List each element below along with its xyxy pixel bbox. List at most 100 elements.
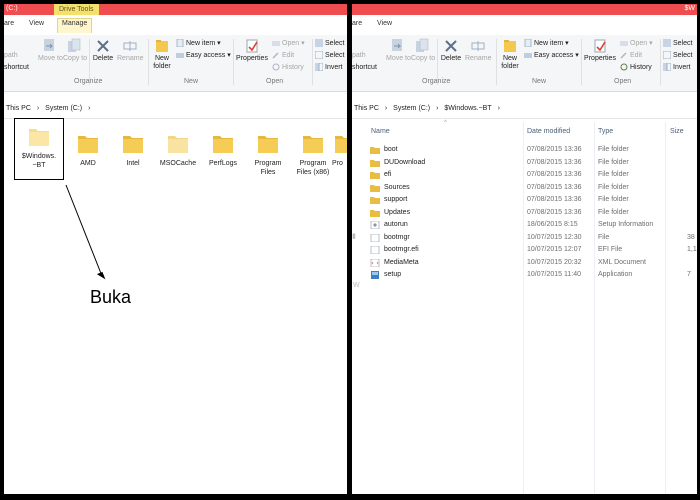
- column-header-type[interactable]: Type: [598, 128, 613, 135]
- new-item-button[interactable]: New item ▾: [524, 39, 569, 48]
- select-none-button[interactable]: Select: [663, 51, 692, 59]
- copy-path-button[interactable]: path: [352, 52, 366, 59]
- breadcrumb-separator: ›: [436, 105, 439, 112]
- file-type: File folder: [598, 171, 629, 178]
- file-type: File: [598, 233, 610, 241]
- left-explorer-window: (C:) Drive Tools are View Manage path sh…: [4, 4, 347, 494]
- file-type: File folder: [598, 146, 629, 153]
- breadcrumb-windows-bt[interactable]: $Windows.~BT: [444, 105, 491, 112]
- column-header-name[interactable]: Name: [371, 128, 390, 135]
- history-label: History: [630, 63, 652, 71]
- file-date-modified: 07/08/2015 13:36: [527, 158, 582, 166]
- nav-pane-edge: W: [353, 282, 360, 289]
- file-row-support[interactable]: support 07/08/2015 13:36 File folder: [370, 194, 697, 206]
- invert-selection-button[interactable]: Invert: [663, 63, 691, 71]
- file-name: bootmgr.efi: [384, 246, 419, 253]
- annotation-text: Buka: [90, 287, 132, 307]
- move-to-button[interactable]: Move to: [386, 38, 411, 63]
- window-title: $W: [684, 5, 696, 12]
- file-date-modified: 18/06/2015 8:15: [527, 221, 578, 228]
- tab-share[interactable]: are: [352, 20, 362, 27]
- breadcrumb-separator: ›: [384, 105, 388, 112]
- file-icon: [370, 246, 380, 254]
- new-item-label: New item: [534, 40, 564, 47]
- file-row-mediameta[interactable]: MediaMeta 10/07/2015 20:32 XML Document: [370, 257, 697, 269]
- paste-shortcut-button[interactable]: shortcut: [352, 64, 377, 71]
- file-type: XML Document: [598, 258, 646, 266]
- file-row-sources[interactable]: Sources 07/08/2015 13:36 File folder: [370, 182, 697, 194]
- sort-caret-icon: ^: [444, 120, 447, 126]
- address-bar[interactable]: This PC › System (C:) › $Windows.~BT ›: [352, 105, 697, 117]
- delete-label: Delete: [440, 55, 462, 62]
- file-name: Updates: [384, 208, 411, 216]
- new-folder-label: New folder: [501, 55, 519, 70]
- properties-button[interactable]: Properties: [584, 38, 616, 63]
- file-size: 7: [687, 271, 691, 278]
- file-row-bootmgr[interactable]: bootmgr 10/07/2015 12:30 File 38: [370, 232, 697, 244]
- open-label: Open: [630, 40, 648, 47]
- new-folder-button[interactable]: New folder: [499, 38, 521, 71]
- file-date-modified: 07/08/2015 13:36: [527, 171, 582, 178]
- file-date-modified: 10/07/2015 20:32: [527, 258, 582, 266]
- file-name: DUDownload: [384, 158, 426, 166]
- file-type: File folder: [598, 196, 629, 203]
- ribbon: path shortcut Move to Copy to Delete Ren…: [352, 35, 697, 92]
- folder-icon: [370, 197, 380, 204]
- title-bar: $W: [352, 4, 697, 15]
- file-date-modified: 07/08/2015 13:36: [527, 196, 582, 203]
- copy-to-label: Copy to: [411, 55, 436, 62]
- open-icon: [620, 41, 628, 47]
- annotation-arrow: [65, 184, 106, 280]
- delete-button[interactable]: Delete: [440, 38, 462, 63]
- copy-to-button[interactable]: Copy to: [411, 38, 436, 63]
- ribbon-separator: [496, 39, 497, 85]
- file-type: File folder: [598, 158, 629, 166]
- folder-icon: [370, 172, 380, 179]
- file-date-modified: 10/07/2015 12:30: [527, 233, 582, 241]
- rename-button[interactable]: Rename: [465, 38, 491, 63]
- new-folder-icon: [504, 40, 516, 52]
- file-row-setup[interactable]: setup 10/07/2015 11:40 Application 7: [370, 269, 697, 281]
- history-button[interactable]: History: [620, 63, 652, 71]
- file-row-updates[interactable]: Updates 07/08/2015 13:36 File folder: [370, 207, 697, 219]
- properties-icon: [594, 39, 606, 53]
- delete-x-icon: [445, 40, 457, 52]
- file-row-bootmgr-efi[interactable]: bootmgr.efi 10/07/2015 12:07 EFI File 1,12: [370, 244, 697, 256]
- nav-pane-edge: ▮: [352, 233, 356, 240]
- folder-icon: [370, 184, 380, 192]
- file-date-modified: 07/08/2015 13:36: [527, 146, 582, 153]
- edit-button[interactable]: Edit: [620, 51, 642, 59]
- properties-label: Properties: [584, 55, 616, 62]
- xml-icon: [370, 258, 380, 267]
- file-type: File folder: [598, 208, 629, 216]
- app-icon: [371, 271, 379, 279]
- open-button[interactable]: Open ▾: [620, 39, 653, 47]
- edit-label: Edit: [630, 51, 643, 59]
- column-header-size[interactable]: Size: [670, 128, 684, 135]
- column-header-date[interactable]: Date modified: [527, 128, 570, 135]
- edit-icon: [620, 52, 627, 59]
- file-row-boot[interactable]: boot 07/08/2015 13:36 File folder: [370, 144, 697, 156]
- rename-icon: [471, 41, 485, 51]
- breadcrumb-system-c[interactable]: System (C:): [393, 105, 430, 112]
- move-to-icon: [392, 39, 402, 51]
- breadcrumb-this-pc[interactable]: This PC: [354, 105, 379, 112]
- file-name: Sources: [384, 183, 410, 191]
- file-row-dudownload[interactable]: DUDownload 07/08/2015 13:36 File folder: [370, 157, 697, 169]
- setup-info-icon: [370, 221, 380, 229]
- file-name: autorun: [384, 221, 408, 228]
- tab-view[interactable]: View: [377, 20, 392, 27]
- select-all-button[interactable]: Select: [663, 39, 692, 47]
- file-row-autorun[interactable]: autorun 18/06/2015 8:15 Setup Information: [370, 219, 697, 231]
- group-open-caption: Open: [614, 78, 632, 85]
- new-item-icon: [524, 39, 532, 48]
- file-name: efi: [384, 171, 392, 178]
- easy-access-button[interactable]: Easy access ▾: [524, 51, 579, 59]
- invert-selection-label: Invert: [673, 63, 691, 71]
- folder-icon: [370, 159, 380, 167]
- group-organize-caption: Organize: [422, 78, 451, 85]
- file-date-modified: 10/07/2015 11:40: [527, 271, 581, 278]
- file-row-efi[interactable]: efi 07/08/2015 13:36 File folder: [370, 169, 697, 181]
- history-icon: [620, 63, 628, 71]
- folder-icon: [370, 147, 380, 154]
